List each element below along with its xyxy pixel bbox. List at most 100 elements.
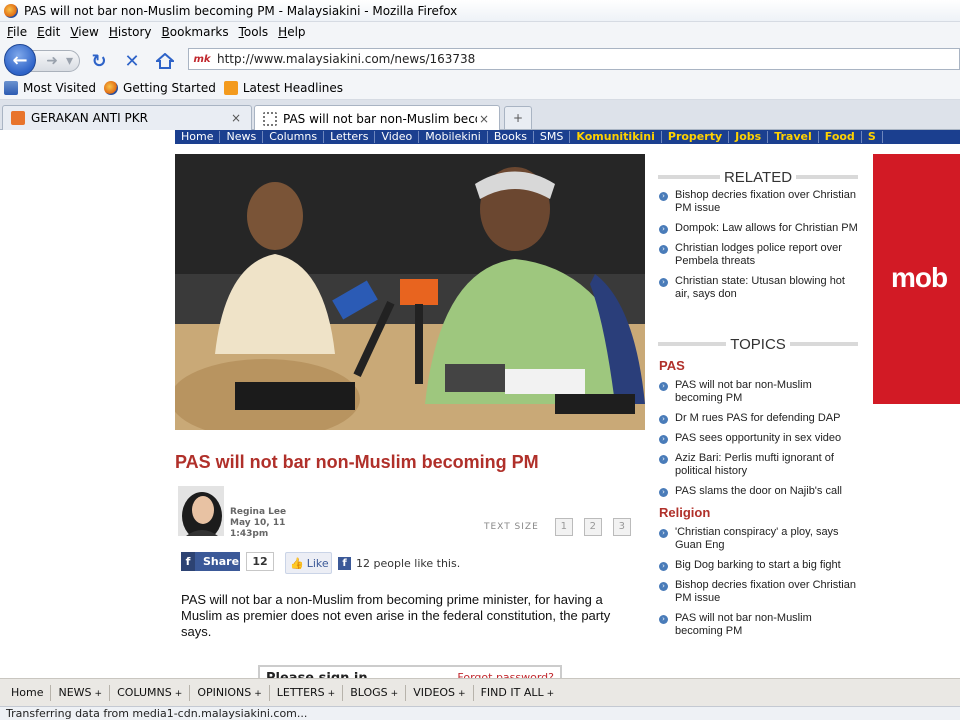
related-link-text[interactable]: Bishop decries fixation over Christian P… [675,189,858,215]
site-nav-news[interactable]: News [220,131,264,143]
topics-heading: TOPICS [658,336,859,353]
site-nav-travel[interactable]: Travel [768,131,819,143]
topic-category-pas[interactable]: PAS [659,358,858,373]
site-identity-icon[interactable]: mk [191,50,213,68]
related-link-text[interactable]: Christian lodges police report over Pemb… [675,242,858,268]
menu-view[interactable]: View [65,25,103,39]
menu-tools[interactable]: Tools [234,25,274,39]
related-link[interactable]: › Christian lodges police report over Pem… [658,242,858,268]
related-link[interactable]: › Christian state: Utusan blowing hot air… [658,275,858,301]
topic-link-text[interactable]: 'Christian conspiracy' a ploy, says Guan… [675,526,858,552]
bottom-nav-blogs[interactable]: BLOGS + [343,686,405,699]
topic-link-text[interactable]: PAS slams the door on Najib's call [675,485,842,498]
advertisement-banner[interactable]: mob [873,154,960,404]
expand-plus-icon[interactable]: + [95,689,103,699]
bottom-nav-news[interactable]: NEWS + [51,686,109,699]
bottom-nav-columns[interactable]: COLUMNS + [110,686,189,699]
tab-close-icon[interactable]: × [477,112,491,126]
tab-bar: GERAKAN ANTI PKR × PAS will not bar non-… [0,100,960,131]
site-nav-komunitikini[interactable]: Komunitikini [570,131,662,143]
bottom-nav-videos[interactable]: VIDEOS + [406,686,472,699]
author-name[interactable]: Regina Lee [230,507,286,518]
menu-edit[interactable]: Edit [32,25,65,39]
site-nav-books[interactable]: Books [488,131,534,143]
related-link-text[interactable]: Christian state: Utusan blowing hot air,… [675,275,858,301]
url-input[interactable]: http://www.malaysiakini.com/news/163738 [217,52,475,66]
site-nav-food[interactable]: Food [819,131,862,143]
site-nav-home[interactable]: Home [175,131,221,143]
topic-link[interactable]: › Aziz Bari: Perlis mufti ignorant of pol… [658,452,858,478]
topic-link-text[interactable]: PAS will not bar non-Muslim becoming PM [675,379,858,405]
bottom-nav-home[interactable]: Home [4,686,50,699]
thumbs-up-icon: 👍 [290,556,304,570]
topic-link[interactable]: › Bishop decries fixation over Christian … [658,579,858,605]
topic-link[interactable]: › PAS sees opportunity in sex video [658,432,858,445]
facebook-share-button[interactable]: f Share [181,552,240,571]
facebook-like-button[interactable]: 👍 Like [285,552,332,574]
back-arrow-icon: ← [12,49,28,71]
topic-link-text[interactable]: Bishop decries fixation over Christian P… [675,579,858,605]
site-nav-jobs[interactable]: Jobs [729,131,769,143]
expand-plus-icon[interactable]: + [547,689,555,699]
text-size-1-button[interactable]: 1 [554,518,573,536]
new-tab-button[interactable]: + [504,106,532,129]
expand-plus-icon[interactable]: + [458,689,466,699]
related-link-text[interactable]: Dompok: Law allows for Christian PM [675,222,858,235]
topic-link-text[interactable]: Aziz Bari: Perlis mufti ignorant of poli… [675,452,858,478]
menu-history[interactable]: History [104,25,157,39]
site-nav-property[interactable]: Property [662,131,730,143]
related-link[interactable]: › Bishop decries fixation over Christian … [658,189,858,215]
expand-plus-icon[interactable]: + [391,689,399,699]
article-photo [175,154,645,430]
topic-link[interactable]: › Dr M rues PAS for defending DAP [658,412,858,425]
tab-current-article[interactable]: PAS will not bar non-Muslim beco... × [254,105,500,131]
bottom-nav-opinions[interactable]: OPINIONS + [190,686,268,699]
menu-help[interactable]: Help [273,25,310,39]
topic-category-religion[interactable]: Religion [659,505,858,520]
home-icon[interactable] [154,50,176,72]
bookmark-latest-headlines[interactable]: Latest Headlines [223,80,343,95]
related-link[interactable]: › Dompok: Law allows for Christian PM [658,222,858,235]
reload-icon[interactable]: ↻ [88,50,110,72]
topic-link[interactable]: › PAS will not bar non-Muslim becoming PM [658,612,858,638]
menu-bookmarks[interactable]: Bookmarks [157,25,234,39]
site-nav-sms[interactable]: SMS [534,131,571,143]
topic-link[interactable]: › Big Dog barking to start a big fight [658,559,858,572]
article-headline: PAS will not bar non-Muslim becoming PM [175,452,539,472]
expand-plus-icon[interactable]: + [254,689,262,699]
topic-link[interactable]: › PAS will not bar non-Muslim becoming PM [658,379,858,405]
bookmark-most-visited[interactable]: Most Visited [4,80,96,95]
site-nav-columns[interactable]: Columns [263,131,325,143]
arrow-bullet-icon: › [659,415,668,424]
expand-plus-icon[interactable]: + [328,689,336,699]
topic-link-text[interactable]: Big Dog barking to start a big fight [675,559,841,572]
divider [658,175,720,179]
bottom-navigation-bar: Home NEWS + COLUMNS + OPINIONS + LETTERS + B… [0,678,960,706]
menu-file[interactable]: File [2,25,32,39]
topic-link[interactable]: › PAS slams the door on Najib's call [658,485,858,498]
site-nav-mobilekini[interactable]: Mobilekini [419,131,488,143]
site-nav-video[interactable]: Video [375,131,420,143]
site-nav-letters[interactable]: Letters [324,131,376,143]
topic-link[interactable]: › 'Christian conspiracy' a ploy, says Gua… [658,526,858,552]
topic-link-text[interactable]: PAS sees opportunity in sex video [675,432,841,445]
address-bar[interactable]: mk http://www.malaysiakini.com/news/1637… [188,48,960,70]
bottom-nav-letters[interactable]: LETTERS + [270,686,342,699]
expand-plus-icon[interactable]: + [175,689,183,699]
bottom-nav-find-it-all[interactable]: FIND IT ALL + [474,686,562,699]
tab-close-icon[interactable]: × [229,111,243,125]
text-size-3-button[interactable]: 3 [612,518,631,536]
history-dropdown-icon[interactable]: ▾ [66,53,73,69]
stop-icon[interactable]: ✕ [121,50,143,72]
topic-link-text[interactable]: Dr M rues PAS for defending DAP [675,412,840,425]
forward-button[interactable]: ➜ ▾ [30,50,80,72]
bottom-nav-label: Home [11,686,44,699]
bookmark-getting-started[interactable]: Getting Started [104,80,216,95]
back-button[interactable]: ← [4,44,36,76]
text-size-2-button[interactable]: 2 [583,518,602,536]
topic-link-text[interactable]: PAS will not bar non-Muslim becoming PM [675,612,858,638]
site-nav-more[interactable]: S [862,131,883,143]
tab-gerakan-anti-pkr[interactable]: GERAKAN ANTI PKR × [2,105,252,130]
arrow-bullet-icon: › [659,278,668,287]
tab-title: GERAKAN ANTI PKR [31,111,148,125]
